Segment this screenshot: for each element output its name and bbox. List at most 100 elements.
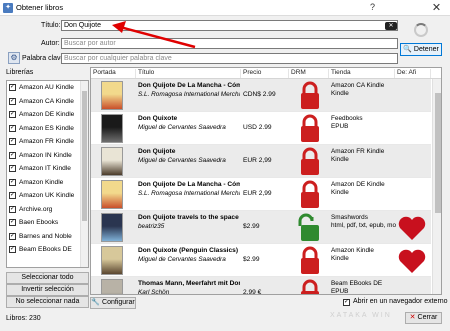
col-store[interactable]: Tienda <box>331 69 395 78</box>
close-button[interactable]: ✕ Cerrar <box>405 312 442 324</box>
help-button[interactable]: ? <box>370 2 375 12</box>
library-checkbox[interactable]: ✓ <box>9 192 16 199</box>
library-item[interactable]: ✓ Amazon IT Kindle <box>7 162 88 176</box>
library-checkbox[interactable]: ✓ <box>9 151 16 159</box>
col-drm[interactable]: DRM <box>291 69 329 78</box>
title-input[interactable]: Don Quijote <box>61 20 398 31</box>
library-checkbox[interactable]: ✓ <box>9 178 16 186</box>
results-scroll-thumb[interactable] <box>435 93 441 213</box>
book-author: Miguel de Cervantes Saavedra <box>138 256 226 263</box>
select-none-button[interactable]: No seleccionar nada <box>6 296 89 308</box>
library-item[interactable]: ✓ Amazon AU Kindle <box>7 81 88 95</box>
configure-button[interactable]: 🔧 Configurar <box>90 297 136 309</box>
book-author: S.L. Romagosa International Merchand <box>138 190 240 197</box>
library-label: Baen Ebooks <box>19 219 59 226</box>
stop-button[interactable]: 🔍 Detener <box>400 43 442 56</box>
library-item[interactable]: ✓ Amazon FR Kindle <box>7 135 88 149</box>
book-store: Beam EBooks DE EPUB <box>331 280 383 295</box>
drm-locked-icon <box>301 81 319 109</box>
book-store: Amazon CA Kindle Kindle <box>331 82 385 97</box>
keyword-input[interactable]: Buscar por cualquier palabra clave <box>61 53 398 64</box>
library-item[interactable]: ✓ Amazon Kindle <box>7 176 88 190</box>
results-table[interactable]: Portada Título Precio DRM Tienda De: Afi… <box>90 67 442 295</box>
library-checkbox[interactable]: ✓ <box>9 165 16 172</box>
book-cover-image <box>101 246 123 275</box>
library-checkbox[interactable]: ✓ <box>9 111 16 118</box>
library-item[interactable]: ✓ Archive.org <box>7 203 88 217</box>
book-title: Don Quijote De La Mancha - Cómic B <box>138 181 240 188</box>
book-title: Don Quixote (Penguin Classics) <box>138 247 239 254</box>
table-row[interactable]: Don Quijote Miguel de Cervantes Saavedra E… <box>91 145 431 178</box>
book-price: USD 2.99 <box>243 124 272 131</box>
library-label: Amazon DE Kindle <box>19 111 75 118</box>
col-price[interactable]: Precio <box>243 69 289 78</box>
book-author: beatriz35 <box>138 223 165 230</box>
library-label: Amazon AU Kindle <box>19 84 74 91</box>
book-author: Miguel de Cervantes Saavedra <box>138 157 226 164</box>
book-cover-image <box>101 279 123 294</box>
book-price: CDN$ 2.99 <box>243 91 276 98</box>
book-store: Feedbooks EPUB <box>331 115 363 130</box>
book-cover-image <box>101 213 123 242</box>
library-item[interactable]: ✓ Amazon ES Kindle <box>7 122 88 136</box>
book-title: Thomas Mann, Meerfahrt mit Don Q <box>138 280 240 287</box>
book-price: $2.99 <box>243 256 260 263</box>
book-title: Don Quijote travels to the space <box>138 214 239 221</box>
drm-locked-icon <box>301 180 319 208</box>
close-window-button[interactable]: ✕ <box>423 0 450 16</box>
library-label: Beam EBooks DE <box>19 246 72 253</box>
book-store: Amazon DE Kindle Kindle <box>331 181 385 196</box>
library-item[interactable]: ✓ Barnes and Noble <box>7 230 88 244</box>
configure-label: Configurar <box>102 299 135 306</box>
libraries-scroll-thumb[interactable] <box>82 91 87 221</box>
library-item[interactable]: ✓ Amazon UK Kindle <box>7 189 88 203</box>
book-store: Amazon FR Kindle Kindle <box>331 148 385 163</box>
select-all-button[interactable]: Seleccionar todo <box>6 272 89 284</box>
book-title: Don Quijote <box>138 148 176 155</box>
table-row[interactable]: Don Quixote Miguel de Cervantes Saavedra U… <box>91 112 431 145</box>
library-item[interactable]: ✓ Amazon CA Kindle <box>7 95 88 109</box>
col-title[interactable]: Título <box>138 69 241 78</box>
library-checkbox[interactable]: ✓ <box>9 205 16 213</box>
drm-locked-icon <box>301 114 319 142</box>
table-row[interactable]: Don Quijote De La Mancha - Cómic B S.L. R… <box>91 79 431 112</box>
book-store: Smashwords html, pdf, txt, epub, mo <box>331 214 397 229</box>
library-item[interactable]: ✓ Beam EBooks DE <box>7 243 88 257</box>
watermark-text: XATAKA WIN <box>330 312 392 319</box>
results-header: Portada Título Precio DRM Tienda De: Afi <box>91 68 441 79</box>
tools-icon: 🔧 <box>91 299 101 306</box>
library-item[interactable]: ✓ Amazon IN Kindle <box>7 149 88 163</box>
library-checkbox[interactable]: ✓ <box>9 84 16 91</box>
drm-locked-icon <box>301 147 319 175</box>
gear-icon[interactable]: ⚙ <box>8 52 20 64</box>
library-checkbox[interactable]: ✓ <box>9 246 16 253</box>
author-label: Autor: <box>41 40 60 47</box>
libraries-scrollbar[interactable] <box>80 81 88 267</box>
book-price: $2.99 <box>243 223 260 230</box>
book-cover-image <box>101 147 123 176</box>
author-input[interactable]: Buscar por autor <box>61 38 398 49</box>
col-affiliate[interactable]: De: Afi <box>397 69 431 78</box>
library-checkbox[interactable]: ✓ <box>9 97 16 105</box>
book-cover-image <box>101 114 123 143</box>
invert-selection-button[interactable]: Invertir selección <box>6 284 89 296</box>
table-row[interactable]: Don Quijote travels to the space beatriz3… <box>91 211 431 244</box>
libraries-list[interactable]: ✓ Amazon AU Kindle ✓ Amazon CA Kindle ✓ Amazo… <box>6 80 89 268</box>
library-item[interactable]: ✓ Baen Ebooks <box>7 216 88 230</box>
library-checkbox[interactable]: ✓ <box>9 219 16 226</box>
library-checkbox[interactable]: ✓ <box>9 138 16 145</box>
library-checkbox[interactable]: ✓ <box>9 124 16 132</box>
table-row[interactable]: Thomas Mann, Meerfahrt mit Don Q Karl Sch… <box>91 277 431 295</box>
results-scrollbar[interactable] <box>432 79 441 294</box>
col-cover[interactable]: Portada <box>93 69 136 78</box>
clear-title-icon[interactable]: ✕ <box>385 22 397 30</box>
library-label: Amazon Kindle <box>19 178 64 186</box>
library-label: Amazon IN Kindle <box>19 151 72 159</box>
affiliate-heart-icon <box>398 249 426 273</box>
table-row[interactable]: Don Quixote (Penguin Classics) Miguel de … <box>91 244 431 277</box>
table-row[interactable]: Don Quijote De La Mancha - Cómic B S.L. R… <box>91 178 431 211</box>
library-checkbox[interactable]: ✓ <box>9 232 16 240</box>
external-browser-checkbox[interactable]: ✓ <box>343 299 350 306</box>
app-icon: ✦ <box>3 3 13 13</box>
library-item[interactable]: ✓ Amazon DE Kindle <box>7 108 88 122</box>
